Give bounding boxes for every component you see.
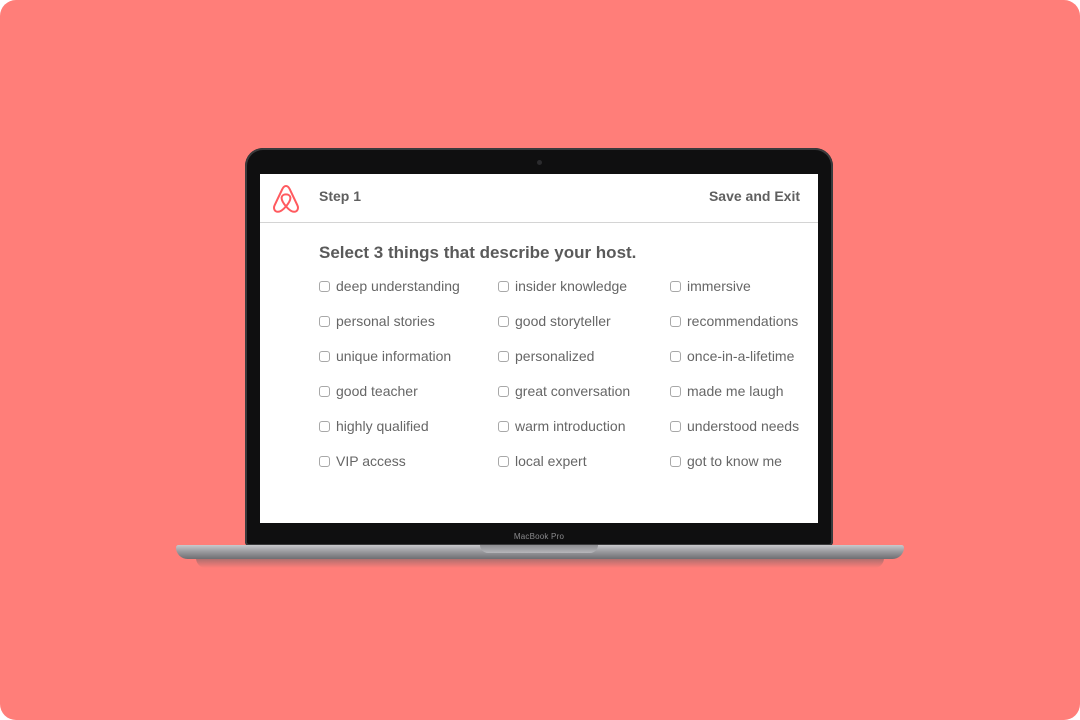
option-label: personal stories	[336, 313, 435, 329]
airbnb-logo-icon[interactable]	[271, 183, 301, 215]
option-great-conversation[interactable]: great conversation	[498, 381, 630, 401]
camera-icon	[537, 160, 542, 165]
option-label: great conversation	[515, 383, 631, 399]
option-good-teacher[interactable]: good teacher	[319, 381, 418, 401]
save-and-exit-link[interactable]: Save and Exit	[709, 188, 800, 204]
option-label: warm introduction	[515, 418, 626, 434]
device-label: MacBook Pro	[513, 532, 565, 541]
option-warm-introduction[interactable]: warm introduction	[498, 416, 626, 436]
option-vip-access[interactable]: VIP access	[319, 451, 406, 471]
checkbox[interactable]	[498, 385, 509, 397]
option-label: highly qualified	[336, 418, 429, 434]
option-label: local expert	[515, 453, 587, 469]
option-understood-needs[interactable]: understood needs	[670, 416, 799, 436]
checkbox[interactable]	[498, 315, 509, 327]
checkbox[interactable]	[670, 420, 681, 432]
option-unique-information[interactable]: unique information	[319, 346, 451, 366]
laptop-base-shadow	[196, 558, 884, 568]
option-label: deep understanding	[336, 278, 460, 294]
option-label: personalized	[515, 348, 595, 364]
checkbox[interactable]	[670, 350, 681, 362]
option-insider-knowledge[interactable]: insider knowledge	[498, 276, 627, 296]
checkbox[interactable]	[319, 350, 330, 362]
option-personal-stories[interactable]: personal stories	[319, 311, 435, 331]
checkbox[interactable]	[319, 315, 330, 327]
option-label: once-in-a-lifetime	[687, 348, 795, 364]
checkbox[interactable]	[319, 385, 330, 397]
option-local-expert[interactable]: local expert	[498, 451, 587, 471]
option-label: good storyteller	[515, 313, 611, 329]
checkbox[interactable]	[319, 280, 330, 292]
option-once-in-a-lifetime[interactable]: once-in-a-lifetime	[670, 346, 794, 366]
option-recommendations[interactable]: recommendations	[670, 311, 798, 331]
option-label: VIP access	[336, 453, 406, 469]
checkbox[interactable]	[498, 350, 509, 362]
option-made-me-laugh[interactable]: made me laugh	[670, 381, 784, 401]
step-label: Step 1	[319, 188, 362, 204]
option-good-storyteller[interactable]: good storyteller	[498, 311, 611, 331]
question-prompt: Select 3 things that describe your host.	[319, 243, 637, 262]
checkbox[interactable]	[670, 455, 681, 467]
option-deep-understanding[interactable]: deep understanding	[319, 276, 460, 296]
option-label: good teacher	[336, 383, 418, 399]
top-bar: Step 1 Save and Exit	[260, 174, 818, 223]
checkbox[interactable]	[498, 455, 509, 467]
option-label: got to know me	[687, 453, 782, 469]
checkbox[interactable]	[319, 420, 330, 432]
laptop-screen: Step 1 Save and Exit Select 3 things tha…	[260, 174, 818, 523]
checkbox[interactable]	[670, 385, 681, 397]
checkbox[interactable]	[319, 455, 330, 467]
option-label: made me laugh	[687, 383, 784, 399]
laptop-notch	[480, 545, 598, 553]
option-immersive[interactable]: immersive	[670, 276, 751, 296]
option-label: immersive	[687, 278, 751, 294]
option-label: recommendations	[687, 313, 799, 329]
option-label: unique information	[336, 348, 452, 364]
checkbox[interactable]	[498, 280, 509, 292]
option-label: understood needs	[687, 418, 800, 434]
checkbox[interactable]	[670, 315, 681, 327]
checkbox[interactable]	[670, 280, 681, 292]
option-highly-qualified[interactable]: highly qualified	[319, 416, 429, 436]
option-got-to-know-me[interactable]: got to know me	[670, 451, 782, 471]
checkbox[interactable]	[498, 420, 509, 432]
option-label: insider knowledge	[515, 278, 628, 294]
option-personalized[interactable]: personalized	[498, 346, 594, 366]
